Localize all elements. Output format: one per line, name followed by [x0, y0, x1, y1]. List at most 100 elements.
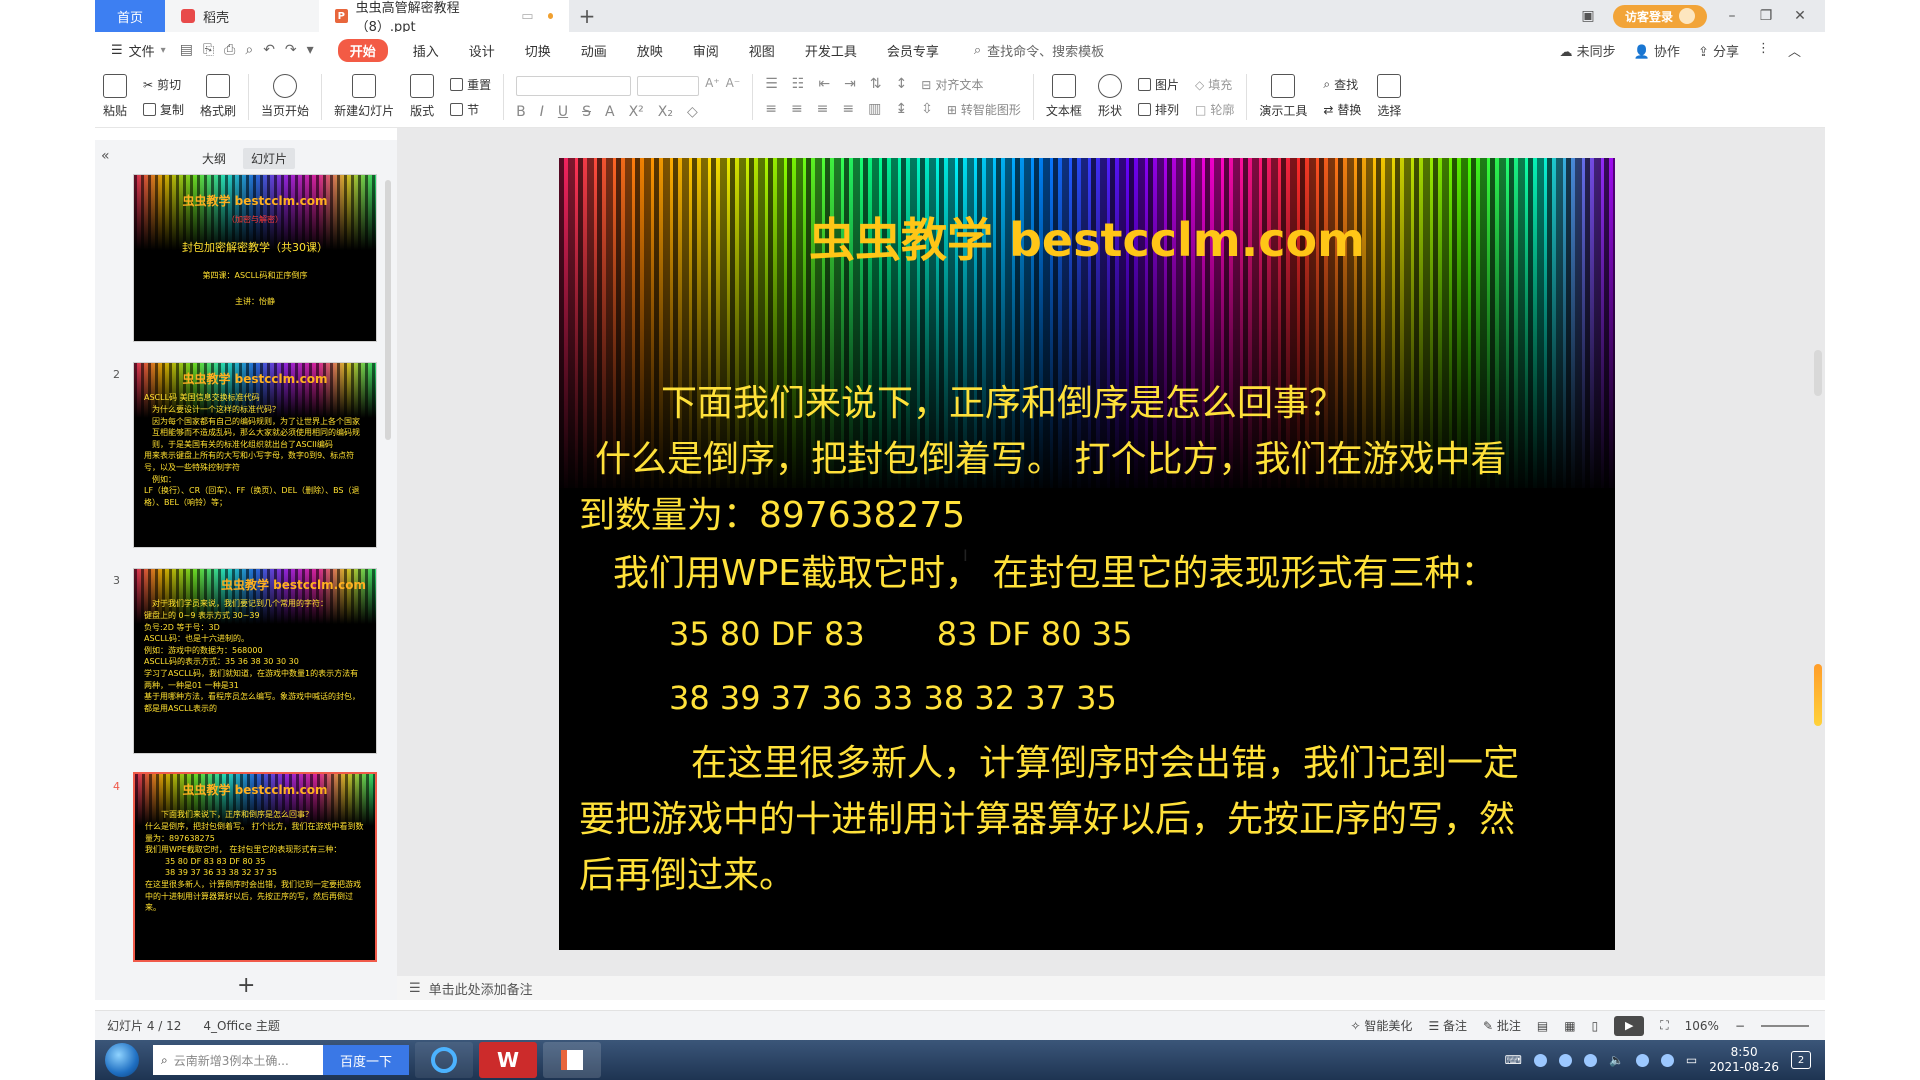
subscript-icon[interactable]: X₂: [658, 104, 673, 120]
font-family-select[interactable]: [516, 76, 632, 96]
align-center-icon[interactable]: ≡: [791, 101, 803, 118]
justify-icon[interactable]: ≡: [842, 101, 854, 118]
input-method-icon[interactable]: ⌨: [1505, 1053, 1522, 1067]
textbox-button[interactable]: 文本框: [1038, 74, 1090, 119]
menu-view[interactable]: 视图: [734, 41, 790, 60]
collab-button[interactable]: 👤 协作: [1634, 41, 1680, 60]
replace-button[interactable]: ⇄ 替换: [1323, 101, 1361, 118]
eraser-icon[interactable]: ◇: [687, 104, 698, 120]
align-right-icon[interactable]: ≡: [817, 101, 829, 118]
zoom-level[interactable]: 106%: [1685, 1019, 1719, 1033]
scrollbar-thumb[interactable]: [1814, 350, 1822, 396]
tab-document[interactable]: P 虫虫高管解密教程（8）.ppt ▭: [319, 0, 569, 35]
display-icon[interactable]: ▭: [1686, 1053, 1697, 1067]
collapse-ribbon-icon[interactable]: ︿: [1788, 41, 1801, 60]
system-clock[interactable]: 8:50 2021-08-26: [1709, 1045, 1779, 1075]
superscript-icon[interactable]: X²: [629, 104, 644, 120]
beautify-button[interactable]: ✧ 智能美化: [1351, 1017, 1413, 1034]
export-icon[interactable]: ⎘: [203, 42, 214, 58]
play-from-current-button[interactable]: 当页开始: [253, 74, 317, 119]
indent-icon[interactable]: ⇥: [844, 76, 856, 93]
taskbar-wps-app[interactable]: W: [479, 1042, 537, 1078]
font-size-select[interactable]: [637, 76, 700, 96]
menu-vip[interactable]: 会员专享: [872, 41, 954, 60]
font-color-icon[interactable]: A: [605, 104, 615, 120]
tab-monitor-icon[interactable]: ▭: [521, 9, 533, 24]
start-button[interactable]: [105, 1043, 139, 1077]
notification-icon[interactable]: 2: [1791, 1051, 1811, 1069]
canvas-scrollbar[interactable]: [1814, 140, 1822, 950]
restore-icon[interactable]: ❐: [1757, 8, 1775, 24]
menu-developer[interactable]: 开发工具: [790, 41, 872, 60]
redo-icon[interactable]: ↷: [285, 42, 297, 58]
paragraph-spacing-icon[interactable]: ⇳: [921, 101, 933, 118]
guest-login-button[interactable]: 访客登录: [1612, 4, 1707, 28]
outdent-icon[interactable]: ⇤: [818, 76, 830, 93]
bullet-list-icon[interactable]: ☰: [765, 76, 778, 93]
command-search[interactable]: ⌕ 查找命令、搜索模板: [954, 41, 1104, 60]
tab-home[interactable]: 首页: [95, 0, 165, 32]
print-icon[interactable]: ⎙: [224, 42, 235, 58]
shape-button[interactable]: 形状: [1090, 74, 1130, 119]
menu-slideshow[interactable]: 放映: [622, 41, 678, 60]
menu-transition[interactable]: 切换: [510, 41, 566, 60]
zoom-out-icon[interactable]: −: [1735, 1019, 1745, 1033]
picture-button[interactable]: 图片: [1137, 76, 1179, 93]
layout-icon[interactable]: ▣: [1579, 8, 1597, 24]
bold-icon[interactable]: B: [516, 104, 526, 120]
menu-design[interactable]: 设计: [454, 41, 510, 60]
menu-review[interactable]: 审阅: [678, 41, 734, 60]
slide-thumbnail-2[interactable]: 虫虫教学 bestcclm.com ASCLL码 美国信息交换标准代码 为什么要…: [133, 362, 377, 548]
volume-icon[interactable]: 🔈: [1609, 1053, 1624, 1067]
network-icon[interactable]: [1558, 1053, 1572, 1067]
more-icon[interactable]: ▾: [307, 42, 314, 58]
menu-animation[interactable]: 动画: [566, 41, 622, 60]
taskbar-browser-app[interactable]: [415, 1042, 473, 1078]
more-options-icon[interactable]: ⋮: [1757, 41, 1770, 60]
fill-button[interactable]: ◇ 填充: [1195, 76, 1234, 93]
line-spacing-icon[interactable]: ↨: [895, 101, 907, 118]
select-button[interactable]: 选择: [1369, 74, 1409, 119]
align-left-icon[interactable]: ≡: [765, 101, 777, 118]
taskbar-search-field[interactable]: ⌕ 云南新增3例本土确...: [153, 1045, 323, 1075]
reading-view-icon[interactable]: ▯: [1592, 1019, 1599, 1033]
app-tray-icon[interactable]: [1583, 1053, 1597, 1067]
slideshow-play-button[interactable]: ▶: [1614, 1015, 1645, 1036]
close-icon[interactable]: ✕: [1791, 8, 1809, 24]
sorter-view-icon[interactable]: ▦: [1564, 1019, 1575, 1033]
fit-window-icon[interactable]: ⛶: [1660, 1018, 1668, 1033]
align-text-button[interactable]: ⊟ 对齐文本: [921, 76, 983, 93]
security-icon[interactable]: [1533, 1053, 1547, 1067]
zoom-slider[interactable]: [1761, 1024, 1809, 1027]
copy-button[interactable]: 复制: [143, 101, 184, 118]
tab-docer[interactable]: 稻壳: [165, 0, 319, 32]
new-tab-icon[interactable]: +: [569, 0, 605, 32]
file-menu[interactable]: ☰ 文件 ▾: [95, 41, 180, 60]
find-button[interactable]: ⌕ 查找: [1323, 76, 1361, 93]
normal-view-icon[interactable]: ▤: [1537, 1019, 1548, 1033]
numbered-list-icon[interactable]: ☷: [792, 76, 805, 93]
smartart-button[interactable]: ⊞ 转智能图形: [947, 101, 1021, 118]
menu-start[interactable]: 开始: [337, 38, 388, 62]
baidu-search-button[interactable]: 百度一下: [323, 1045, 409, 1075]
italic-icon[interactable]: I: [540, 104, 544, 120]
grow-font-icon[interactable]: A⁺: [705, 76, 720, 96]
present-tools-button[interactable]: 演示工具: [1251, 74, 1315, 119]
share-button[interactable]: ⇪ 分享: [1698, 41, 1739, 60]
preview-icon[interactable]: ⌕: [245, 42, 253, 58]
shrink-font-icon[interactable]: A⁻: [726, 76, 741, 96]
outline-button[interactable]: □ 轮廓: [1195, 101, 1234, 118]
tab-outline[interactable]: 大纲: [202, 150, 226, 167]
new-slide-button[interactable]: 新建幻灯片: [326, 74, 402, 119]
menu-insert[interactable]: 插入: [398, 41, 454, 60]
tab-slides[interactable]: 幻灯片: [243, 148, 296, 169]
strikethrough-icon[interactable]: S: [582, 104, 591, 120]
layout-button[interactable]: 版式: [402, 74, 442, 119]
underline-icon[interactable]: U: [558, 104, 568, 120]
notes-bar[interactable]: ☰ 单击此处添加备注: [397, 976, 1825, 1000]
paste-button[interactable]: 粘贴: [95, 74, 135, 119]
minimize-icon[interactable]: –: [1723, 8, 1741, 24]
format-painter-button[interactable]: 格式刷: [192, 74, 244, 119]
section-button[interactable]: 节: [450, 101, 491, 118]
reset-button[interactable]: 重置: [450, 76, 491, 93]
